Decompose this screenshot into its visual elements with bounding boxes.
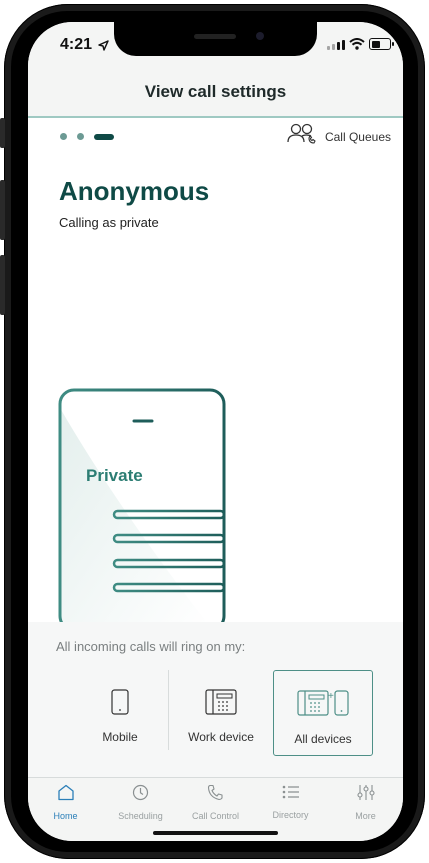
nav-header: View call settings: [28, 70, 403, 118]
ring-label: All incoming calls will ring on my:: [56, 639, 246, 654]
device-option-all[interactable]: + All devices: [273, 670, 373, 756]
device-label: All devices: [294, 732, 352, 746]
notch: [114, 22, 317, 56]
device-option-work[interactable]: Work device: [171, 670, 271, 756]
all-devices-icon: +: [297, 689, 349, 722]
device-option-mobile[interactable]: Mobile: [70, 670, 170, 756]
carousel-indicator[interactable]: [60, 133, 114, 140]
tab-home[interactable]: Home: [28, 784, 103, 821]
sliders-icon: [356, 785, 375, 805]
signal-icon: [327, 40, 345, 50]
call-queues-button[interactable]: Call Queues: [287, 123, 391, 150]
home-indicator[interactable]: [153, 831, 278, 835]
carousel-dot[interactable]: [60, 133, 67, 140]
tab-scheduling[interactable]: Scheduling: [103, 784, 178, 821]
volume-up-button: [0, 180, 5, 240]
status-bar: 4:21: [28, 22, 403, 70]
device-label: Mobile: [102, 730, 138, 744]
tab-directory[interactable]: Directory: [253, 784, 328, 820]
illustration-label: Private: [86, 466, 143, 485]
mute-switch: [0, 118, 5, 148]
location-arrow-icon: [98, 38, 109, 56]
caller-id-subtitle: Calling as private: [59, 215, 159, 230]
wifi-icon: [349, 37, 365, 55]
people-icon: [287, 123, 317, 150]
caller-id-name: Anonymous: [59, 176, 210, 206]
tab-label: Directory: [272, 810, 309, 820]
desk-phone-icon: [205, 689, 237, 720]
page-title: View call settings: [144, 82, 287, 101]
tab-label: Call Control: [191, 811, 240, 821]
svg-text:+: +: [328, 691, 334, 702]
mobile-icon: [111, 689, 129, 720]
call-queues-label: Call Queues: [324, 129, 391, 144]
volume-down-button: [0, 255, 5, 315]
home-icon: [57, 784, 75, 805]
tab-label: Home: [53, 811, 78, 821]
tab-more[interactable]: More: [328, 784, 403, 821]
clock-icon: [132, 784, 149, 805]
ring-devices-panel: All incoming calls will ring on my: Mobi…: [28, 622, 403, 777]
phone-icon: [207, 784, 224, 805]
divider: [168, 670, 169, 750]
tab-call-control[interactable]: Call Control: [178, 784, 253, 821]
device-label: Work device: [188, 730, 254, 744]
list-icon: [282, 785, 300, 804]
tab-label: Scheduling: [118, 811, 163, 821]
tab-label: More: [355, 811, 376, 821]
status-time: 4:21: [60, 36, 93, 53]
carousel-dot-active[interactable]: [94, 133, 114, 140]
battery-icon: [369, 38, 394, 50]
carousel-dot[interactable]: [77, 133, 84, 140]
phone-illustration: Private: [58, 388, 228, 632]
app-screen: 4:21 View call settings Call Queues Anon…: [28, 22, 403, 841]
